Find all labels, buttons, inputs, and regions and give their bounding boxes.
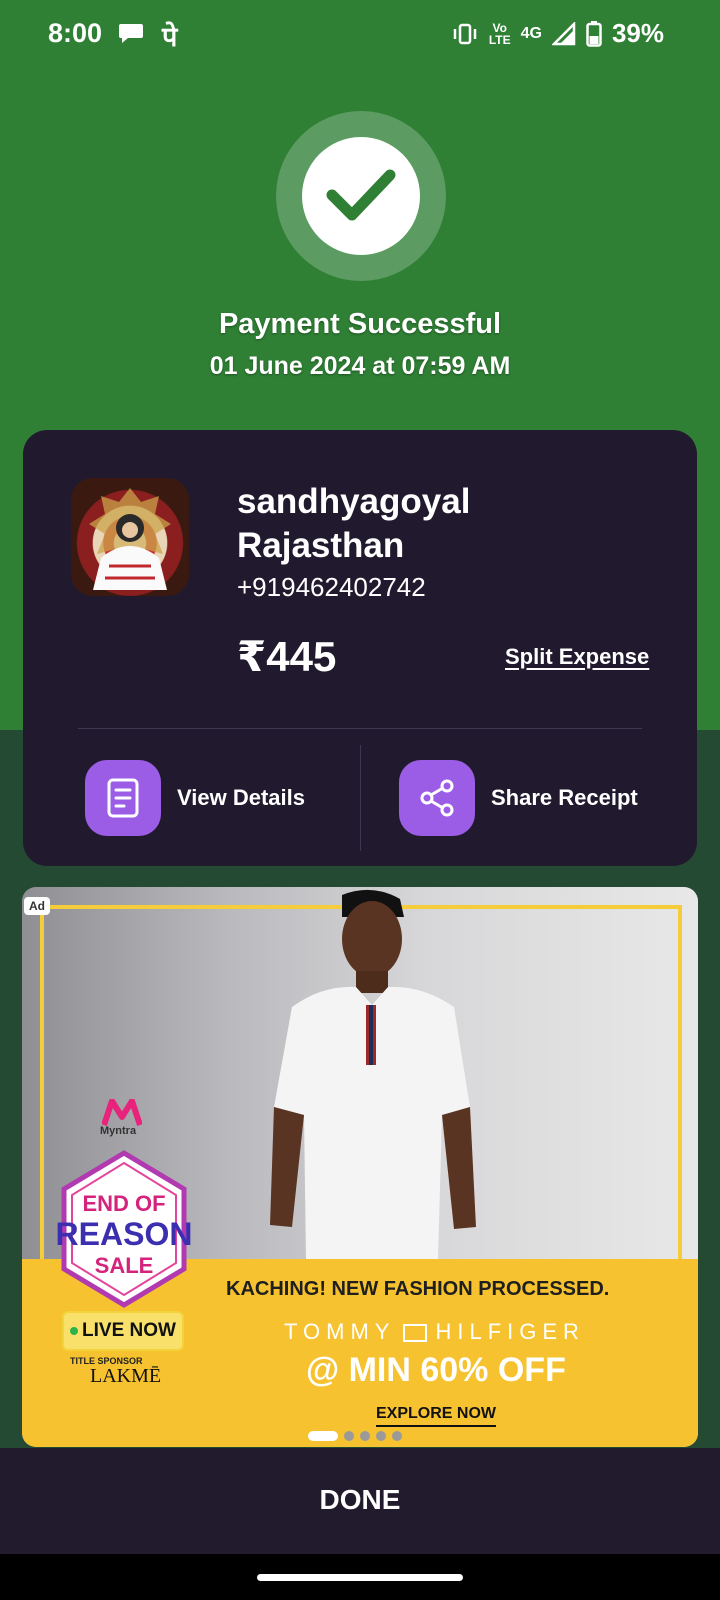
carousel-indicator bbox=[308, 1431, 402, 1441]
document-icon bbox=[85, 760, 161, 836]
success-check-icon bbox=[302, 137, 420, 255]
vibrate-icon bbox=[453, 23, 477, 44]
svg-text:REASON: REASON bbox=[56, 1216, 193, 1252]
view-details-label: View Details bbox=[177, 785, 305, 810]
ad-offer: @ MIN 60% OFF bbox=[306, 1351, 566, 1389]
myntra-logo-icon bbox=[102, 1099, 142, 1126]
ad-banner[interactable]: Ad Myntra END OF REASON SALE LIVE NOW TI… bbox=[22, 887, 698, 1447]
split-expense-link[interactable]: Split Expense bbox=[505, 644, 649, 670]
payee-avatar[interactable] bbox=[71, 478, 189, 596]
view-details-button[interactable]: View Details bbox=[85, 760, 305, 836]
payment-datetime: 01 June 2024 at 07:59 AM bbox=[209, 352, 511, 380]
lakme-logo: LAKMĒ bbox=[90, 1365, 162, 1387]
phonepe-notification-icon: पे bbox=[162, 22, 178, 52]
system-nav-bar bbox=[0, 1554, 720, 1600]
ad-headline: KACHING! NEW FASHION PROCESSED. bbox=[226, 1278, 610, 1300]
card-divider bbox=[78, 728, 642, 729]
network-type: 4G bbox=[520, 24, 542, 42]
tommy-flag-icon bbox=[403, 1324, 428, 1343]
share-receipt-label: Share Receipt bbox=[491, 785, 638, 810]
carousel-dot-active[interactable] bbox=[308, 1431, 338, 1441]
myntra-brand: Myntra bbox=[100, 1125, 137, 1137]
payee-name: sandhyagoyal Rajasthan bbox=[237, 482, 471, 565]
message-icon bbox=[119, 24, 143, 43]
done-bar: DONE bbox=[0, 1448, 720, 1554]
battery-percent: 39% bbox=[611, 18, 664, 48]
payment-amount: ₹445 bbox=[237, 633, 337, 680]
payment-card: sandhyagoyal Rajasthan +919462402742 ₹44… bbox=[23, 430, 697, 866]
payment-status-title: Payment Successful bbox=[218, 308, 502, 340]
end-of-reason-sale-badge: END OF REASON SALE bbox=[56, 1150, 193, 1308]
carousel-dot[interactable] bbox=[344, 1431, 354, 1441]
tommy-hilfiger-logo: TOMMY HILFIGER bbox=[284, 1319, 585, 1344]
carousel-dot[interactable] bbox=[360, 1431, 370, 1441]
status-right-group: Vo LTE 4G 39% bbox=[451, 18, 664, 49]
live-now-badge: LIVE NOW bbox=[62, 1311, 184, 1351]
svg-text:END OF: END OF bbox=[82, 1191, 165, 1216]
status-time: 8:00 bbox=[48, 18, 103, 48]
live-dot-icon bbox=[70, 1327, 79, 1335]
ad-model-image bbox=[270, 889, 476, 1259]
ad-tag: Ad bbox=[24, 897, 50, 915]
carousel-dot[interactable] bbox=[376, 1431, 386, 1441]
actions-divider bbox=[360, 745, 361, 851]
signal-icon bbox=[551, 21, 576, 45]
explore-now-button[interactable]: EXPLORE NOW bbox=[376, 1405, 497, 1427]
battery-icon bbox=[586, 20, 602, 47]
svg-text:SALE: SALE bbox=[95, 1253, 154, 1278]
done-button[interactable]: DONE bbox=[0, 1484, 720, 1516]
status-bar: 8:00 पे Vo LTE 4G 39% bbox=[0, 0, 720, 72]
share-icon bbox=[399, 760, 475, 836]
volte-icon: Vo LTE bbox=[488, 20, 511, 47]
share-receipt-button[interactable]: Share Receipt bbox=[399, 760, 638, 836]
home-gesture-handle[interactable] bbox=[257, 1574, 463, 1581]
carousel-dot[interactable] bbox=[392, 1431, 402, 1441]
payee-phone: +919462402742 bbox=[237, 572, 426, 602]
